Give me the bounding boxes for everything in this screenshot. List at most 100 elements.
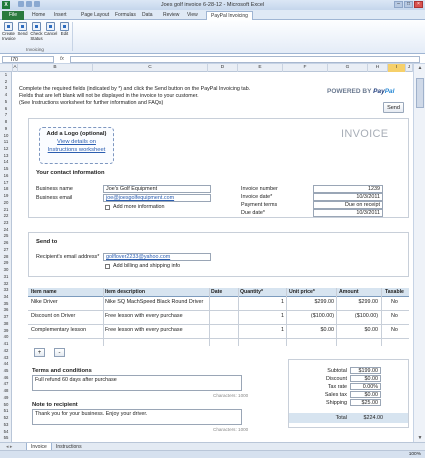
row-header[interactable]: 16	[0, 173, 12, 180]
row-header[interactable]: 24	[0, 227, 12, 234]
tab-home[interactable]: Home	[28, 11, 49, 20]
row-header[interactable]: 9	[0, 126, 12, 133]
tab-paypal-invoicing[interactable]: PayPal Invoicing	[206, 11, 253, 20]
row-header[interactable]: 44	[0, 361, 12, 368]
row-header[interactable]: 1	[0, 72, 12, 79]
add-billing-checkbox[interactable]	[105, 264, 110, 269]
column-header-i[interactable]: I	[388, 64, 406, 72]
column-header-g[interactable]: G	[328, 64, 368, 72]
row-header[interactable]: 25	[0, 233, 12, 240]
row-header[interactable]: 49	[0, 395, 12, 402]
minimize-icon[interactable]: –	[394, 1, 403, 8]
select-all-corner[interactable]	[0, 64, 13, 72]
column-header-d[interactable]: D	[208, 64, 238, 72]
formula-input[interactable]	[70, 56, 420, 63]
row-header[interactable]: 26	[0, 240, 12, 247]
row-header[interactable]: 12	[0, 146, 12, 153]
row-header[interactable]: 37	[0, 314, 12, 321]
column-header-f[interactable]: F	[283, 64, 328, 72]
row-header[interactable]: 55	[0, 435, 12, 442]
row-header[interactable]: 2	[0, 79, 12, 86]
logo-placeholder[interactable]: Add a Logo (optional) View details on In…	[39, 127, 114, 164]
column-header-j[interactable]: J	[406, 64, 413, 72]
row-header[interactable]: 36	[0, 307, 12, 314]
invoice-date-field[interactable]: 10/3/2011	[313, 193, 383, 201]
row-header[interactable]: 50	[0, 402, 12, 409]
note-textarea[interactable]: Thank you for your business. Enjoy your …	[32, 409, 242, 425]
terms-textarea[interactable]: Full refund 60 days after purchase	[32, 375, 242, 391]
row-header[interactable]: 52	[0, 415, 12, 422]
column-header-h[interactable]: H	[368, 64, 388, 72]
row-header[interactable]: 48	[0, 388, 12, 395]
row-header[interactable]: 18	[0, 186, 12, 193]
tab-insert[interactable]: Insert	[50, 11, 71, 20]
business-email-field[interactable]: joe@joesgolfequipment.com	[103, 194, 211, 202]
shipping-field[interactable]: $25.00	[350, 399, 381, 406]
row-header[interactable]: 11	[0, 139, 12, 146]
row-header[interactable]: 29	[0, 260, 12, 267]
row-header[interactable]: 31	[0, 274, 12, 281]
row-header[interactable]: 33	[0, 287, 12, 294]
discount-field[interactable]: $0.00	[350, 375, 381, 382]
tab-file[interactable]: File	[2, 11, 24, 20]
invoice-number-field[interactable]: 1239	[313, 185, 383, 193]
send-ribbon-button[interactable]: Send	[16, 22, 29, 37]
edit-ribbon-button[interactable]: Edit	[58, 22, 71, 37]
scroll-thumb[interactable]	[416, 78, 424, 108]
row-header[interactable]: 53	[0, 422, 12, 429]
row-header[interactable]: 23	[0, 220, 12, 227]
due-date-field[interactable]: 10/3/2011	[313, 209, 383, 217]
row-header[interactable]: 46	[0, 375, 12, 382]
maximize-icon[interactable]: □	[404, 1, 413, 8]
tax-rate-field[interactable]: 0.00%	[350, 383, 381, 390]
row-header[interactable]: 30	[0, 267, 12, 274]
row-header[interactable]: 13	[0, 153, 12, 160]
row-header[interactable]: 10	[0, 133, 12, 140]
row-header[interactable]: 43	[0, 355, 12, 362]
row-header[interactable]: 5	[0, 99, 12, 106]
instructions-worksheet-link[interactable]: Instructions worksheet	[40, 146, 113, 154]
row-header[interactable]: 20	[0, 200, 12, 207]
business-name-field[interactable]: Joe's Golf Equipment	[103, 185, 211, 193]
remove-row-button[interactable]: -	[54, 348, 65, 357]
row-header[interactable]: 28	[0, 254, 12, 261]
send-button[interactable]: Send	[383, 102, 404, 113]
row-header[interactable]: 17	[0, 180, 12, 187]
row-header[interactable]: 34	[0, 294, 12, 301]
row-header[interactable]: 22	[0, 213, 12, 220]
row-header[interactable]: 51	[0, 408, 12, 415]
recipient-email-field[interactable]: golflover2233@yahoo.com	[103, 253, 211, 261]
tab-page-layout[interactable]: Page Layout	[77, 11, 113, 20]
tab-data[interactable]: Data	[138, 11, 157, 20]
column-header-b[interactable]: B	[18, 64, 93, 72]
row-header[interactable]: 35	[0, 301, 12, 308]
row-header[interactable]: 8	[0, 119, 12, 126]
row-header[interactable]: 39	[0, 328, 12, 335]
item-row[interactable]: Complementary lesson Free lesson with ev…	[28, 325, 409, 339]
row-header[interactable]: 19	[0, 193, 12, 200]
row-header[interactable]: 27	[0, 247, 12, 254]
payment-terms-field[interactable]: Due on receipt	[313, 201, 383, 209]
column-header-c[interactable]: C	[93, 64, 208, 72]
row-header[interactable]: 32	[0, 281, 12, 288]
row-header[interactable]: 4	[0, 92, 12, 99]
fx-icon[interactable]: fx	[60, 56, 64, 62]
row-header[interactable]: 41	[0, 341, 12, 348]
item-row[interactable]: Nike Driver Nike SQ MachSpeed Black Roun…	[28, 297, 409, 311]
tab-formulas[interactable]: Formulas	[111, 11, 140, 20]
tab-review[interactable]: Review	[159, 11, 183, 20]
tab-view[interactable]: View	[183, 11, 202, 20]
column-header-e[interactable]: E	[238, 64, 283, 72]
row-header[interactable]: 38	[0, 321, 12, 328]
row-header[interactable]: 40	[0, 334, 12, 341]
row-header[interactable]: 15	[0, 166, 12, 173]
row-header[interactable]: 21	[0, 207, 12, 214]
row-header[interactable]: 42	[0, 348, 12, 355]
row-header[interactable]: 6	[0, 106, 12, 113]
scroll-down-icon[interactable]: ▼	[416, 434, 424, 442]
item-row[interactable]: Discount on Driver Free lesson with ever…	[28, 311, 409, 325]
add-row-button[interactable]: +	[34, 348, 45, 357]
vertical-scrollbar[interactable]: ▲ ▼	[413, 64, 425, 442]
name-box[interactable]: I70	[2, 56, 54, 63]
create-invoice-button[interactable]: Create Invoice	[2, 22, 16, 41]
